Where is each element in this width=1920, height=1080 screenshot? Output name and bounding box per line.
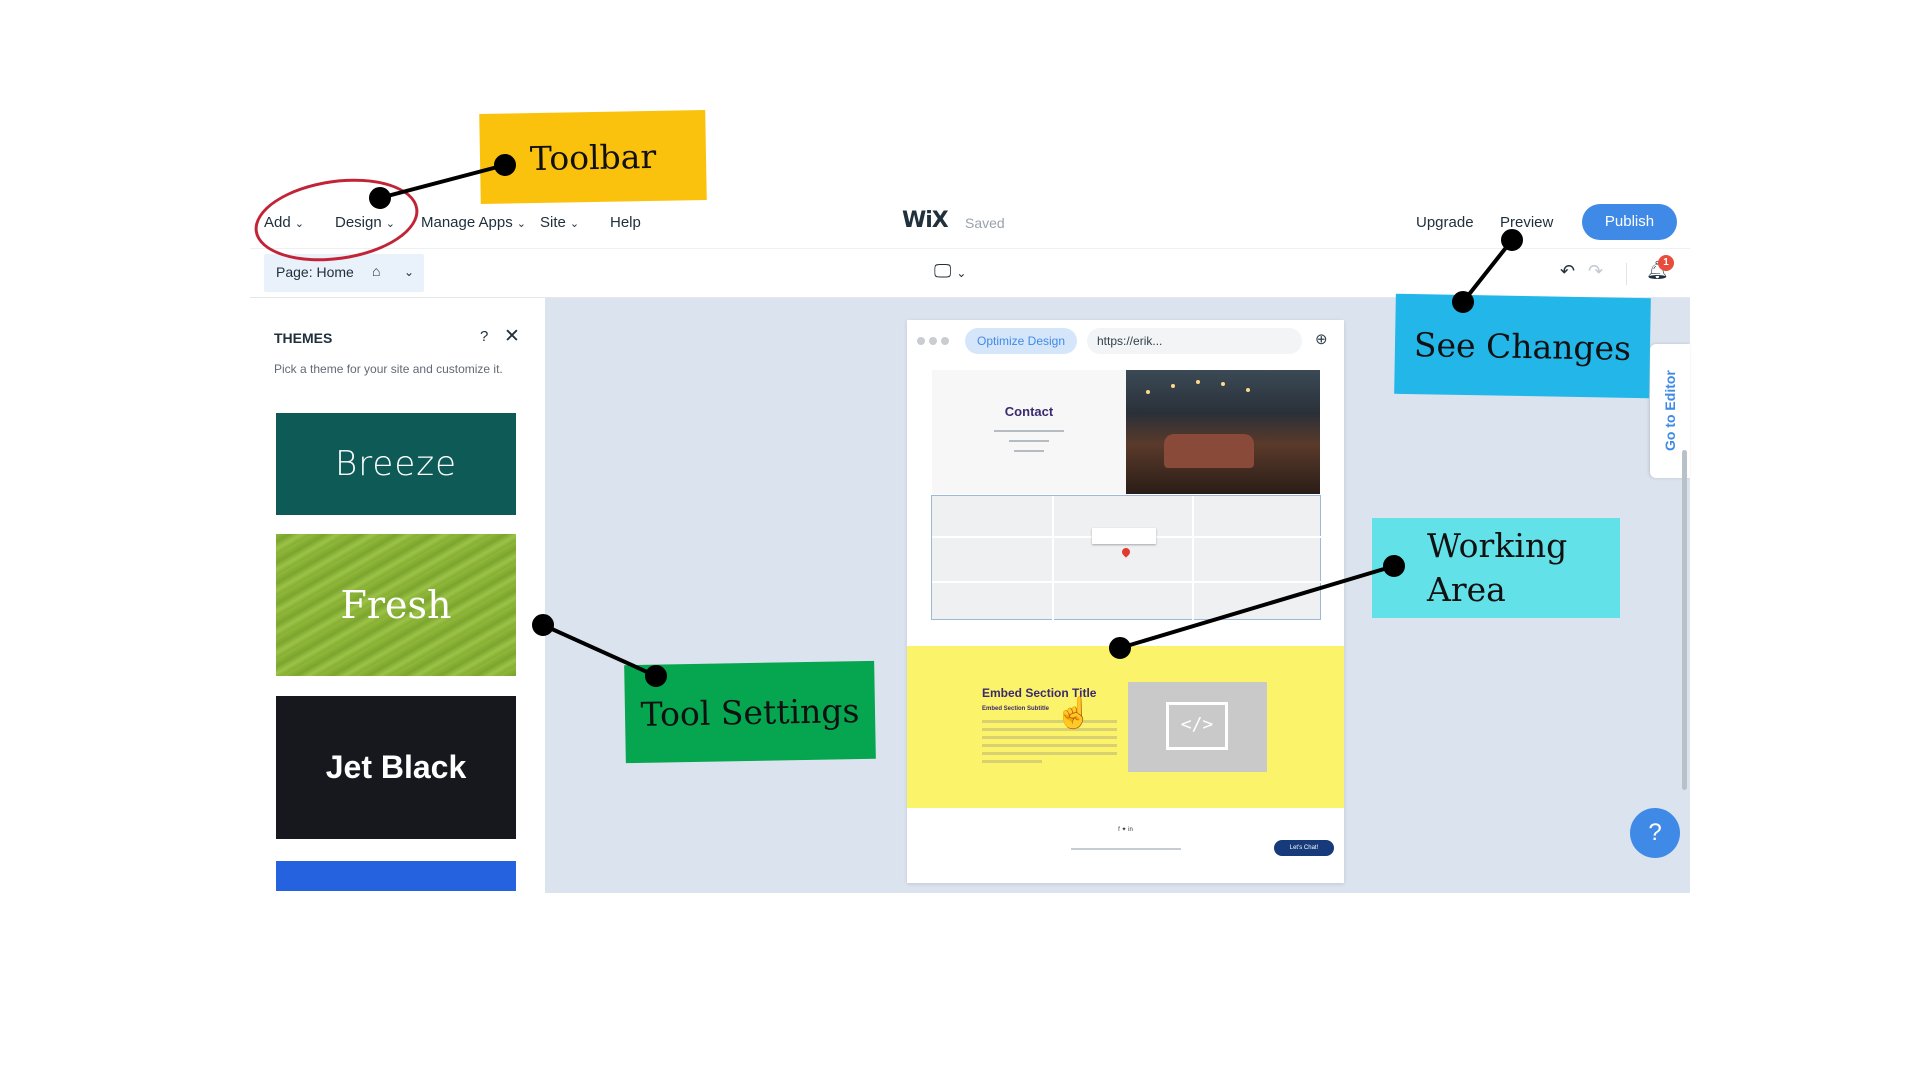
divider [1626,263,1627,285]
redo-icon[interactable]: ↷ [1588,261,1603,282]
hand-cursor-icon: ☝ [1055,697,1093,730]
sofa [1164,434,1254,468]
text-line [982,752,1117,755]
site-footer: f ✦ in Let's Chat! [907,808,1344,883]
save-status: Saved [965,215,1005,231]
annotation-see-changes: See Changes [1394,293,1651,399]
theme-fresh[interactable]: Fresh [276,534,516,676]
menu-site[interactable]: Site ⌄ [540,214,579,231]
wix-logo: WiX [902,208,949,233]
theme-label: Jet Black [325,749,467,785]
theme-breeze[interactable]: Breeze [276,413,516,515]
close-icon[interactable]: ✕ [504,325,520,348]
embed-section-subtitle: Embed Section Subtitle [982,706,1050,712]
help-button[interactable]: ? [1630,808,1680,858]
string-light [1146,390,1150,394]
map-info-window [1092,528,1156,544]
code-embed-icon: </> [1166,702,1228,750]
venue-photo [1126,370,1320,494]
page-selector-label: Page: Home [276,264,354,280]
notification-badge: 1 [1658,255,1674,271]
undo-icon[interactable]: ↶ [1560,261,1575,282]
themes-panel: THEMES ? ✕ Pick a theme for your site an… [250,298,545,893]
contact-section: Contact [932,370,1126,494]
preview-link[interactable]: Preview [1500,214,1553,231]
text-line [982,720,1117,723]
menu-manage-apps-label: Manage Apps [421,214,513,231]
menu-help-label: Help [610,214,641,231]
string-light [1221,382,1225,386]
preview-toolbar: Optimize Design https://erik... ⊕ [907,320,1344,362]
optimize-design-button[interactable]: Optimize Design [965,328,1077,354]
chevron-down-icon: ⌄ [516,218,526,230]
top-toolbar: Add ⌄ Design ⌄ Manage Apps ⌄ Site ⌄ Help WiX… [250,198,1690,249]
annotation-toolbar: Toolbar [479,110,707,204]
map-pin-icon [1120,546,1132,558]
string-light [1171,384,1175,388]
annotation-working-area: Working Area [1372,518,1620,618]
help-icon[interactable]: ? [480,328,488,345]
embed-placeholder[interactable]: </> [1128,682,1267,772]
map-road [1052,496,1054,621]
upgrade-link[interactable]: Upgrade [1416,214,1474,231]
themes-panel-description: Pick a theme for your site and customize… [274,362,503,376]
map-road [1192,496,1194,621]
contact-address-line [932,428,1126,432]
text-line [982,736,1117,739]
social-icons: f ✦ in [1118,827,1133,833]
canvas-scrollbar[interactable] [1682,450,1687,790]
annotation-tool-settings: Tool Settings [624,660,876,764]
publish-button[interactable]: Publish [1582,204,1677,240]
chevron-down-icon: ⌄ [569,218,580,230]
chevron-down-icon: ⌄ [404,265,415,279]
home-icon: ⌂ [372,263,381,279]
theme-label: Breeze [334,444,458,484]
theme-label: Fresh [340,583,452,627]
menu-site-label: Site [540,214,566,231]
contact-phone-line [932,448,1126,452]
string-light [1196,380,1200,384]
menu-manage-apps[interactable]: Manage Apps ⌄ [421,214,526,231]
desktop-view-icon[interactable]: 🖵 ⌄ [934,261,966,282]
url-field[interactable]: https://erik... [1087,328,1302,354]
string-light [1246,388,1250,392]
window-dot [917,337,925,345]
text-line [982,760,1042,763]
page-selector[interactable]: Page: Home ⌂ ⌄ [264,254,424,292]
zoom-icon[interactable]: ⊕ [1315,330,1328,348]
theme-blue[interactable] [276,861,516,891]
site-preview[interactable]: Optimize Design https://erik... ⊕ Contac… [907,320,1344,883]
contact-title: Contact [1004,404,1054,419]
secondary-toolbar: Page: Home ⌂ ⌄ 🖵 ⌄ ↶ ↷ 🔔︎ 1 [250,249,1690,298]
annotation-working-area-line2: Area [1427,570,1506,609]
chat-button[interactable]: Let's Chat! [1274,840,1334,856]
map-road [932,581,1322,583]
map-widget[interactable] [931,495,1322,621]
text-line [982,728,1117,731]
contact-email-line [932,438,1126,442]
theme-jet-black[interactable]: Jet Black [276,696,516,839]
annotation-working-area-line1: Working [1427,526,1568,565]
text-line [982,744,1117,747]
themes-panel-title: THEMES [274,330,333,346]
window-dot [941,337,949,345]
menu-help[interactable]: Help [610,214,641,231]
embed-section: Embed Section Title Embed Section Subtit… [907,646,1344,808]
window-dot [929,337,937,345]
